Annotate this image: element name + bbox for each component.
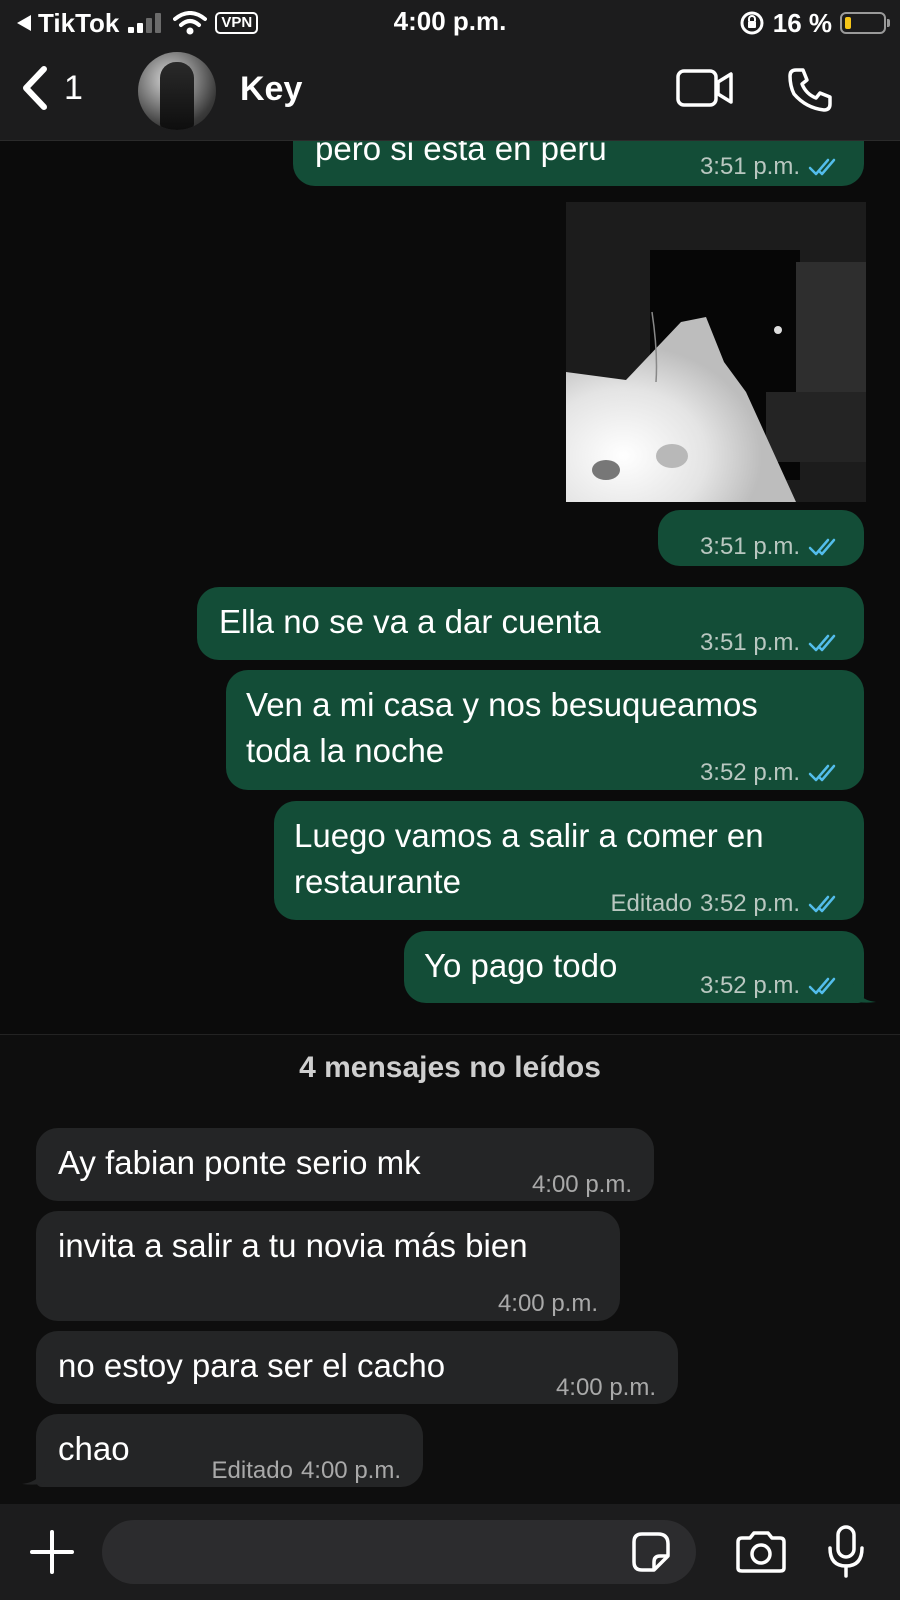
message-time: 3:51 p.m.	[699, 153, 800, 180]
message-input[interactable]	[102, 1520, 696, 1584]
message-text: Yo pago todo	[424, 947, 618, 984]
read-receipt-icon	[808, 538, 836, 556]
battery-fill	[845, 17, 851, 29]
message-text-line: toda la noche	[246, 732, 445, 769]
battery-icon	[840, 12, 890, 34]
message-time: 4:00 p.m.	[555, 1374, 656, 1401]
message-meta: 4:00 p.m.	[498, 1281, 598, 1327]
sticker-icon[interactable]	[628, 1530, 672, 1574]
outgoing-message[interactable]: Luego vamos a salir a comer en restauran…	[274, 801, 864, 920]
edited-label: Editado	[211, 1457, 293, 1484]
outgoing-message[interactable]: Ven a mi casa y nos besuqueamos toda la …	[226, 670, 864, 790]
message-text: no estoy para ser el cacho	[58, 1347, 446, 1384]
message-time: 3:52 p.m.	[699, 890, 800, 917]
read-receipt-icon	[808, 158, 836, 176]
message-meta: 4:00 p.m.	[556, 1365, 656, 1411]
message-text-line: Ven a mi casa y nos besuqueamos	[246, 686, 758, 723]
avatar[interactable]	[138, 52, 216, 130]
message-text: chao	[58, 1430, 130, 1467]
read-receipt-icon	[808, 977, 836, 995]
bubble-tail	[852, 980, 876, 1003]
read-receipt-icon	[808, 634, 836, 652]
image-attachment[interactable]	[566, 202, 866, 502]
message-meta: Editado 3:52 p.m.	[611, 881, 842, 927]
contact-name[interactable]: Key	[240, 70, 302, 109]
message-meta: 3:51 p.m.	[700, 524, 842, 570]
message-meta: 3:51 p.m.	[700, 620, 842, 666]
message-time: 3:52 p.m.	[699, 759, 800, 786]
incoming-message[interactable]: no estoy para ser el cacho 4:00 p.m.	[36, 1331, 678, 1404]
chat-header: 1 Key	[0, 46, 900, 141]
back-button[interactable]: 1	[22, 66, 83, 110]
incoming-messages-area: Ay fabian ponte serio mk 4:00 p.m. invit…	[0, 1100, 900, 1504]
read-receipt-icon	[808, 895, 836, 913]
message-time: 3:51 p.m.	[699, 629, 800, 656]
outgoing-message[interactable]: Ella no se va a dar cuenta 3:51 p.m.	[197, 587, 864, 660]
camera-icon[interactable]	[734, 1530, 788, 1574]
message-time: 3:51 p.m.	[699, 533, 800, 560]
phone-icon[interactable]	[786, 66, 834, 114]
status-bar: TikTok VPN 4:00 p.m. 16 %	[0, 0, 900, 46]
message-text: Ella no se va a dar cuenta	[219, 603, 601, 640]
cat-photo	[566, 202, 866, 502]
incoming-message[interactable]: invita a salir a tu novia más bien 4:00 …	[36, 1211, 620, 1321]
composer-bar	[0, 1504, 900, 1600]
video-call-icon[interactable]	[676, 68, 734, 108]
plus-icon[interactable]	[28, 1528, 76, 1576]
message-text: invita a salir a tu novia más bien	[58, 1227, 528, 1264]
status-right: 16 %	[739, 6, 890, 40]
message-meta: 3:51 p.m.	[700, 144, 842, 190]
read-receipt-icon	[808, 764, 836, 782]
message-meta: 3:52 p.m.	[700, 963, 842, 1009]
chevron-left-icon	[23, 66, 47, 110]
unread-chats-count: 1	[64, 68, 83, 107]
message-text: Ay fabian ponte serio mk	[58, 1144, 421, 1181]
message-time: 3:52 p.m.	[699, 972, 800, 999]
incoming-message[interactable]: chao Editado 4:00 p.m.	[36, 1414, 423, 1487]
edited-label: Editado	[610, 890, 692, 917]
message-time: 4:00 p.m.	[497, 1290, 598, 1317]
microphone-icon[interactable]	[826, 1524, 866, 1580]
incoming-message[interactable]: Ay fabian ponte serio mk 4:00 p.m.	[36, 1128, 654, 1201]
message-time: 4:00 p.m.	[300, 1457, 401, 1484]
message-meta: Editado 4:00 p.m.	[212, 1448, 401, 1494]
message-text-line: restaurante	[294, 863, 461, 900]
unread-banner: 4 mensajes no leídos	[0, 1034, 900, 1102]
outgoing-message[interactable]: Yo pago todo 3:52 p.m.	[404, 931, 864, 1003]
message-meta: 3:52 p.m.	[700, 750, 842, 796]
outgoing-message[interactable]: 3:51 p.m.	[658, 510, 864, 566]
battery-percent: 16 %	[772, 7, 832, 38]
message-time: 4:00 p.m.	[531, 1171, 632, 1198]
orientation-lock-icon	[740, 11, 764, 35]
message-meta: 4:00 p.m.	[532, 1162, 632, 1208]
message-text-line: Luego vamos a salir a comer en	[294, 817, 764, 854]
bubble-tail	[22, 1462, 46, 1485]
